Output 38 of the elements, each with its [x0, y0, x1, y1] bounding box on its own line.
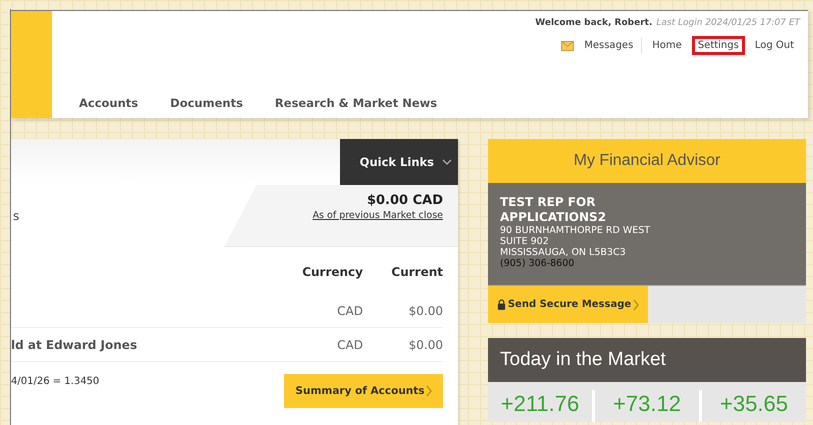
advisor-title: My Financial Advisor: [488, 139, 806, 183]
account-name: ld at Edward Jones: [11, 338, 138, 352]
chevron-icon: [633, 298, 640, 310]
table-cell-text: $0.00: [408, 304, 443, 318]
table-cell-text: CAD: [336, 304, 363, 318]
exchange-rate-text: 4/01/26 = 1.3450: [11, 376, 100, 387]
index-change: +35.65: [699, 390, 806, 422]
total-value: $0.00 CAD: [366, 193, 443, 208]
phone-number: (905) 306-8600: [500, 258, 576, 269]
table-cell-text: CAD: [336, 338, 363, 352]
address-line: MISSISSAUGA, ON L5B3C3: [500, 247, 627, 258]
chevron-icon: [426, 385, 432, 397]
market-close-link[interactable]: As of previous Market close: [312, 210, 443, 221]
summary-button[interactable]: Summary of Accounts: [284, 374, 443, 408]
envelope-icon: [561, 40, 574, 50]
header-link[interactable]: Settings: [692, 36, 745, 55]
nav-tab[interactable]: Documents: [170, 96, 243, 110]
last-login-text: Last Login 2024/01/25 17:07 ET: [656, 18, 800, 28]
accounts-title: s: [13, 209, 20, 223]
table-cell-text: $0.00: [408, 338, 443, 352]
welcome-text: Welcome back, Robert.: [535, 18, 652, 28]
column-header: Currency: [301, 264, 363, 278]
quick-links-button[interactable]: Quick Links: [340, 139, 458, 185]
address-line: 90 BURNHAMTHORPE RD WEST: [500, 225, 652, 236]
market-title: Today in the Market: [488, 338, 806, 382]
nav-tab[interactable]: Accounts: [79, 96, 138, 110]
chevron-icon: [442, 159, 452, 165]
advisor-name: TEST REP FOR APPLICATIONS2: [500, 195, 608, 225]
column-header: Current: [390, 264, 443, 278]
lock-icon: [496, 299, 506, 310]
header-link[interactable]: Log Out: [748, 36, 800, 55]
address-line: SUITE 902: [500, 236, 550, 247]
header-link[interactable]: Home: [646, 36, 688, 55]
index-change: +73.12: [592, 390, 699, 422]
secure-message-button[interactable]: Send Secure Message: [488, 286, 648, 323]
index-change: +211.76: [500, 390, 580, 418]
header-link[interactable]: Messages: [578, 36, 642, 55]
nav-tab[interactable]: Research & Market News: [274, 96, 438, 110]
